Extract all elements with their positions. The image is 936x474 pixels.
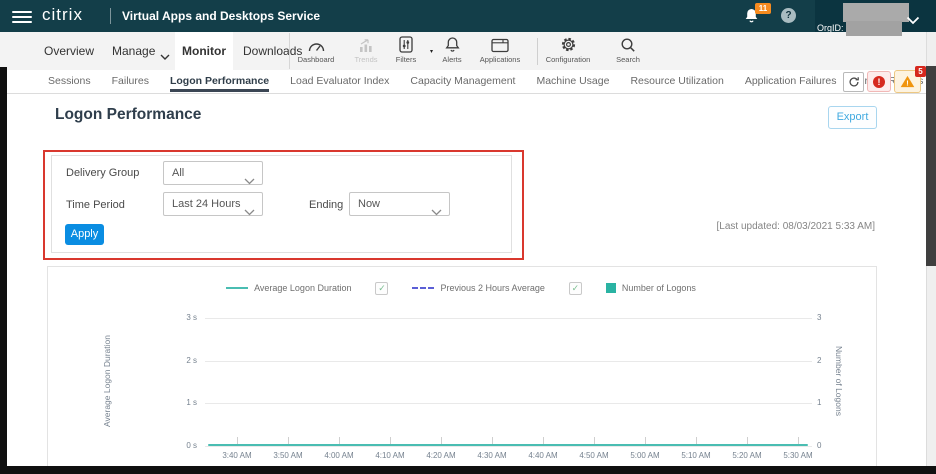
gridline <box>205 403 812 404</box>
redacted-username <box>843 3 909 22</box>
help-icon[interactable]: ? <box>781 8 796 23</box>
scrollbar-thumb[interactable] <box>926 66 936 266</box>
x-axis-label: 4:20 AM <box>416 451 466 460</box>
ending-value: Now <box>358 198 380 210</box>
product-title: Virtual Apps and Desktops Service <box>122 9 320 23</box>
legend-label: Number of Logons <box>622 283 696 293</box>
page-title: Logon Performance <box>55 106 201 124</box>
svg-text:!: ! <box>906 79 908 88</box>
avg-logon-duration-series-line <box>208 444 808 446</box>
time-period-value: Last 24 Hours <box>172 198 240 210</box>
ending-label: Ending <box>309 199 343 211</box>
delivery-group-select[interactable]: All <box>163 161 263 185</box>
x-axis-label: 4:00 AM <box>314 451 364 460</box>
ending-select[interactable]: Now <box>349 192 450 216</box>
legend-item-number-of-logons: Number of Logons <box>606 283 696 293</box>
redacted-org-id <box>846 21 902 36</box>
chart-legend: Average Logon Duration Previous 2 Hours … <box>47 281 875 295</box>
left-axis-tick-label: 0 s <box>160 441 197 450</box>
legend-label: Average Logon Duration <box>254 283 351 293</box>
applications-icon <box>472 36 528 53</box>
legend-square-marker <box>606 283 616 293</box>
legend-dashed-line-marker <box>412 287 434 289</box>
chevron-down-icon <box>244 202 255 224</box>
x-axis-label: 5:20 AM <box>722 451 772 460</box>
gridline <box>205 361 812 362</box>
legend-line-marker <box>226 287 248 289</box>
last-updated-text: [Last updated: 08/03/2021 5:33 AM] <box>640 221 875 232</box>
right-axis-title: Number of Logons <box>834 346 844 416</box>
error-alert-button[interactable]: ! <box>867 71 891 92</box>
nav-divider <box>537 38 538 65</box>
subnav-tab-application-failures[interactable]: Application Failures <box>745 70 837 93</box>
chevron-down-icon <box>431 202 442 224</box>
previous-2-hours-average-checkbox[interactable] <box>569 282 582 295</box>
legend-item-avg-logon-duration: Average Logon Duration <box>226 283 351 293</box>
subtab-list: Sessions Failures Logon Performance Load Ev… <box>48 70 936 93</box>
time-period-label: Time Period <box>66 199 125 211</box>
x-axis-label: 3:40 AM <box>212 451 262 460</box>
x-axis-label: 5:30 AM <box>773 451 823 460</box>
search-button[interactable]: Search <box>600 36 656 68</box>
x-axis-label: 4:50 AM <box>569 451 619 460</box>
apply-button[interactable]: Apply <box>65 224 104 245</box>
subnav-tab-failures[interactable]: Failures <box>112 70 149 93</box>
manage-chevron-down-icon[interactable] <box>160 48 170 66</box>
sub-nav-bar: Sessions Failures Logon Performance Load Ev… <box>0 70 936 94</box>
nav-item-overview[interactable]: Overview <box>44 32 94 70</box>
dashboard-button[interactable]: Dashboard <box>288 36 344 68</box>
screenshot-border-bottom <box>0 466 936 474</box>
x-axis-label: 4:10 AM <box>365 451 415 460</box>
subnav-tab-resource-utilization[interactable]: Resource Utilization <box>630 70 723 93</box>
subnav-tab-capacity-management[interactable]: Capacity Management <box>410 70 515 93</box>
subnav-tab-machine-usage[interactable]: Machine Usage <box>536 70 609 93</box>
x-axis-label: 3:50 AM <box>263 451 313 460</box>
delivery-group-value: All <box>172 167 184 179</box>
brand-divider <box>110 8 111 24</box>
refresh-button[interactable] <box>843 72 864 92</box>
chevron-down-icon <box>244 171 255 193</box>
subnav-tab-load-evaluator-index[interactable]: Load Evaluator Index <box>290 70 389 93</box>
time-period-select[interactable]: Last 24 Hours <box>163 192 263 216</box>
x-axis-label: 4:30 AM <box>467 451 517 460</box>
applications-button[interactable]: Applications <box>472 36 528 68</box>
warning-alert-button[interactable]: ! 5 <box>894 70 921 93</box>
right-axis-tick-label: 3 <box>817 313 837 322</box>
app-root: citrix Virtual Apps and Desktops Service… <box>0 0 936 474</box>
search-icon <box>600 36 656 53</box>
avg-logon-duration-checkbox[interactable] <box>375 282 388 295</box>
export-button[interactable]: Export <box>828 106 877 129</box>
delivery-group-label: Delivery Group <box>66 167 139 179</box>
x-axis-label: 4:40 AM <box>518 451 568 460</box>
subnav-tab-logon-performance[interactable]: Logon Performance <box>170 70 269 93</box>
configuration-button[interactable]: Configuration <box>540 36 596 68</box>
nav-item-monitor[interactable]: Monitor <box>175 32 233 70</box>
screenshot-border-left <box>0 67 7 466</box>
left-axis-tick-label: 2 s <box>160 356 197 365</box>
gridline <box>205 318 812 319</box>
account-chevron-down-icon[interactable] <box>906 12 920 30</box>
x-axis-label: 5:00 AM <box>620 451 670 460</box>
chart-panel <box>47 266 877 468</box>
error-icon: ! <box>873 76 885 88</box>
left-axis-tick-label: 3 s <box>160 313 197 322</box>
gear-icon <box>540 36 596 53</box>
nav-item-manage[interactable]: Manage <box>112 32 155 70</box>
x-axis-label: 5:10 AM <box>671 451 721 460</box>
legend-label: Previous 2 Hours Average <box>440 283 544 293</box>
subnav-tab-sessions[interactable]: Sessions <box>48 70 91 93</box>
notification-count-badge: 11 <box>755 3 771 14</box>
left-axis-tick-label: 1 s <box>160 398 197 407</box>
right-axis-tick-label: 0 <box>817 441 837 450</box>
warning-count-badge: 5 <box>915 66 926 77</box>
refresh-icon <box>848 76 860 88</box>
warning-triangle-icon: ! <box>900 75 915 88</box>
legend-item-previous-2-hours-average: Previous 2 Hours Average <box>412 283 544 293</box>
citrix-logo: citrix <box>42 5 83 25</box>
left-axis-title: Average Logon Duration <box>102 335 112 427</box>
dashboard-icon <box>288 36 344 53</box>
hamburger-menu-icon[interactable] <box>12 8 32 24</box>
